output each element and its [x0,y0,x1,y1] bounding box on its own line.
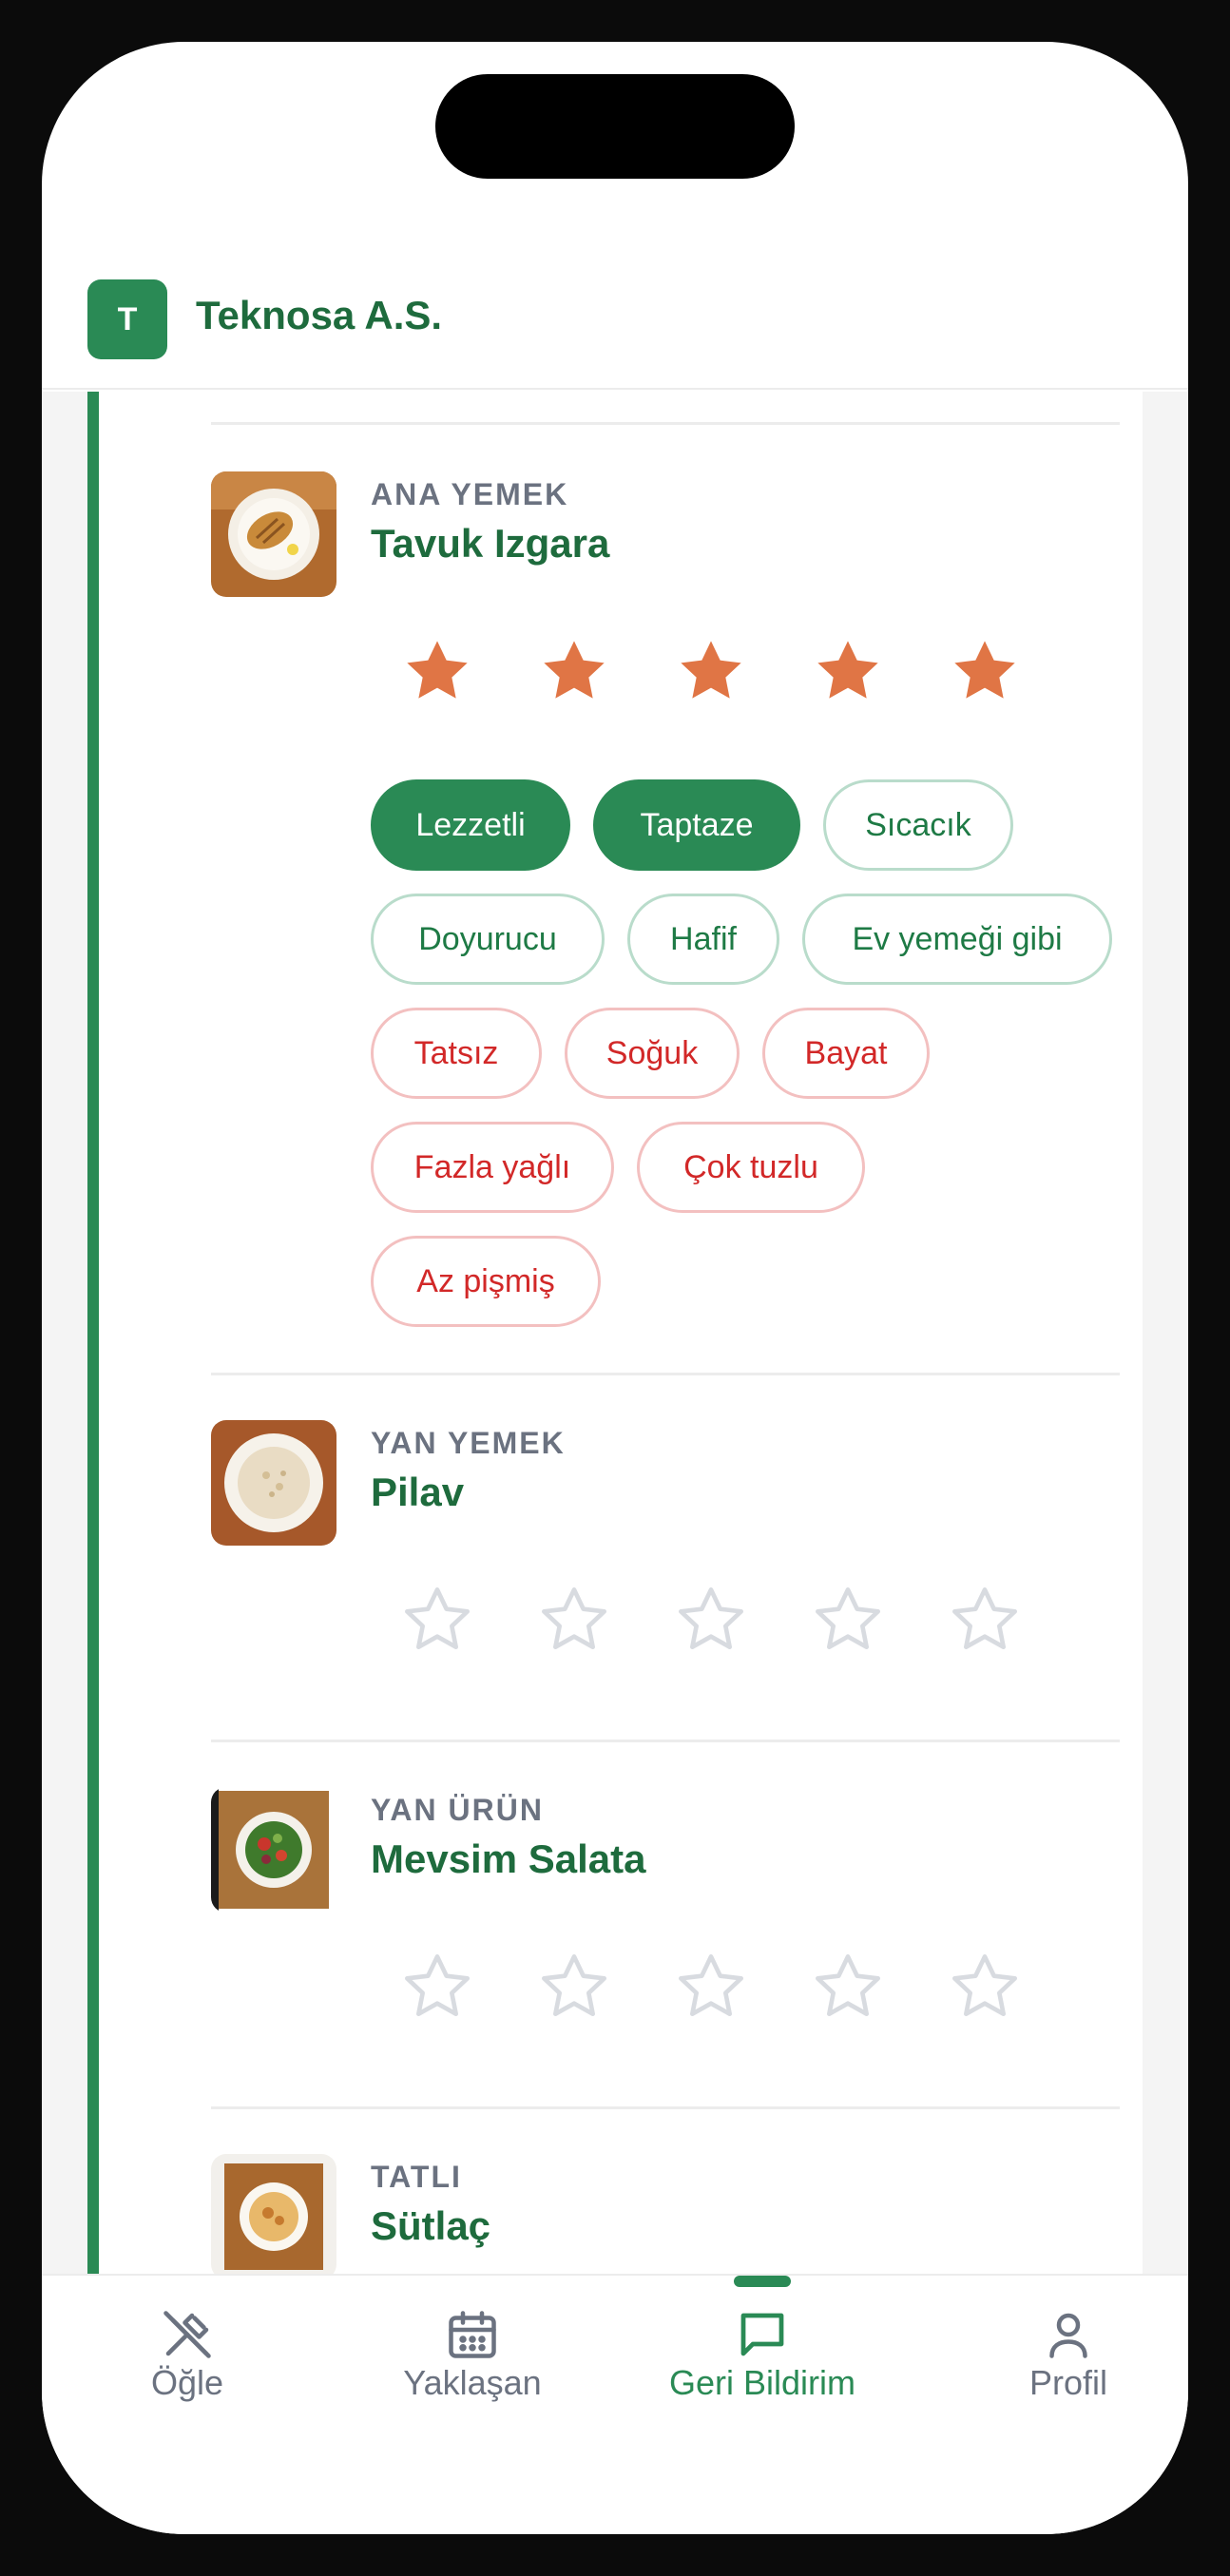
tag-chip-negative[interactable]: Az pişmiş [371,1236,601,1327]
dynamic-island [435,74,795,179]
star-outline-icon[interactable] [536,1949,612,2025]
star-rating [399,633,1084,709]
star-outline-icon[interactable] [673,1949,749,2025]
dish-item-main: ANA YEMEK Tavuk Izgara Lezzetli Taptaze … [211,471,1120,1327]
salad-bowl-image [211,1787,336,1913]
feedback-scroll-area[interactable]: ANA YEMEK Tavuk Izgara Lezzetli Taptaze … [42,392,1188,2316]
nav-item-lunch[interactable]: Öğle [118,2276,257,2418]
chat-bubble-icon [734,2306,791,2363]
tag-chip-positive[interactable]: Sıcacık [823,779,1013,871]
dish-name: Pilav [371,1470,465,1514]
tag-chip-positive[interactable]: Taptaze [593,779,800,871]
star-outline-icon[interactable] [947,1582,1023,1658]
dish-name: Sütlaç [371,2203,491,2248]
company-logo: T [87,279,167,359]
nav-label: Yaklaşan [403,2363,542,2402]
calendar-icon [444,2306,501,2363]
nav-item-profile[interactable]: Profil [1011,2276,1125,2418]
star-icon[interactable] [536,633,612,709]
star-outline-icon[interactable] [673,1582,749,1658]
tag-chip-negative[interactable]: Fazla yağlı [371,1122,614,1213]
star-icon[interactable] [810,633,886,709]
dish-category: YAN ÜRÜN [371,1793,544,1827]
star-outline-icon[interactable] [399,1949,475,2025]
divider [211,2106,1120,2109]
fork-knife-icon [159,2306,216,2363]
star-outline-icon[interactable] [810,1949,886,2025]
nav-label: Öğle [150,2363,224,2402]
company-name: Teknosa A.S. [196,293,443,337]
person-icon [1040,2306,1097,2363]
dish-name: Mevsim Salata [371,1836,646,1881]
star-outline-icon[interactable] [536,1582,612,1658]
phone-frame: T Teknosa A.S. ANA YEMEK Tavuk Izgara Le… [0,0,1230,2576]
tag-chip-positive[interactable]: Hafif [627,894,779,985]
app-header: T Teknosa A.S. [42,232,1188,390]
tag-chip-negative[interactable]: Soğuk [565,1008,740,1099]
star-outline-icon[interactable] [399,1582,475,1658]
star-icon[interactable] [399,633,475,709]
rice-bowl-image [211,1420,336,1546]
star-icon[interactable] [673,633,749,709]
bottom-navigation: Öğle Yaklaşan Geri Bildirim Profil [42,2274,1188,2534]
dish-category: TATLI [371,2160,462,2194]
tag-chip-negative[interactable]: Tatsız [371,1008,542,1099]
star-rating [399,1582,1084,1658]
dish-item-side: YAN YEMEK Pilav [211,1420,1120,1724]
divider [211,1740,1120,1742]
dish-category: ANA YEMEK [371,477,569,511]
tag-chip-negative[interactable]: Bayat [762,1008,930,1099]
star-icon[interactable] [947,633,1023,709]
tag-chip-positive[interactable]: Lezzetli [371,779,570,871]
nav-item-upcoming[interactable]: Yaklaşan [356,2276,589,2418]
tag-chip-positive[interactable]: Ev yemeği gibi [802,894,1112,985]
nav-label: Geri Bildirim [668,2363,855,2402]
tag-chip-positive[interactable]: Doyurucu [371,894,605,985]
nav-item-feedback[interactable]: Geri Bildirim [650,2276,874,2418]
divider [211,1373,1120,1375]
star-outline-icon[interactable] [947,1949,1023,2025]
meal-feedback-card: ANA YEMEK Tavuk Izgara Lezzetli Taptaze … [87,392,1143,2316]
divider [211,422,1120,425]
app-screen: T Teknosa A.S. ANA YEMEK Tavuk Izgara Le… [42,42,1188,2534]
dish-item-salad: YAN ÜRÜN Mevsim Salata [211,1787,1120,2091]
star-rating [399,1949,1084,2025]
dish-category: YAN YEMEK [371,1426,566,1460]
nav-label: Profil [1028,2363,1108,2402]
star-outline-icon[interactable] [810,1582,886,1658]
tag-chip-negative[interactable]: Çok tuzlu [637,1122,865,1213]
rice-pudding-image [211,2154,336,2279]
dish-name: Tavuk Izgara [371,521,610,566]
grilled-chicken-plate-image [211,471,336,597]
